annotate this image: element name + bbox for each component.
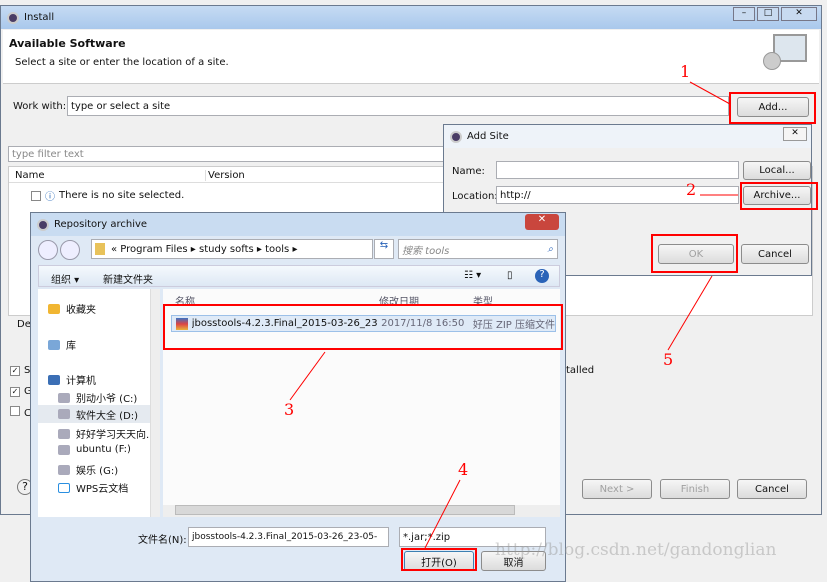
annotation-arrows	[289, 81, 738, 549]
arrow-1	[689, 81, 731, 105]
arrow-5	[667, 275, 713, 351]
arrow-3	[289, 351, 326, 401]
arrow-4	[424, 479, 461, 549]
watermark: http://blog.csdn.net/gandonglian	[495, 540, 777, 560]
